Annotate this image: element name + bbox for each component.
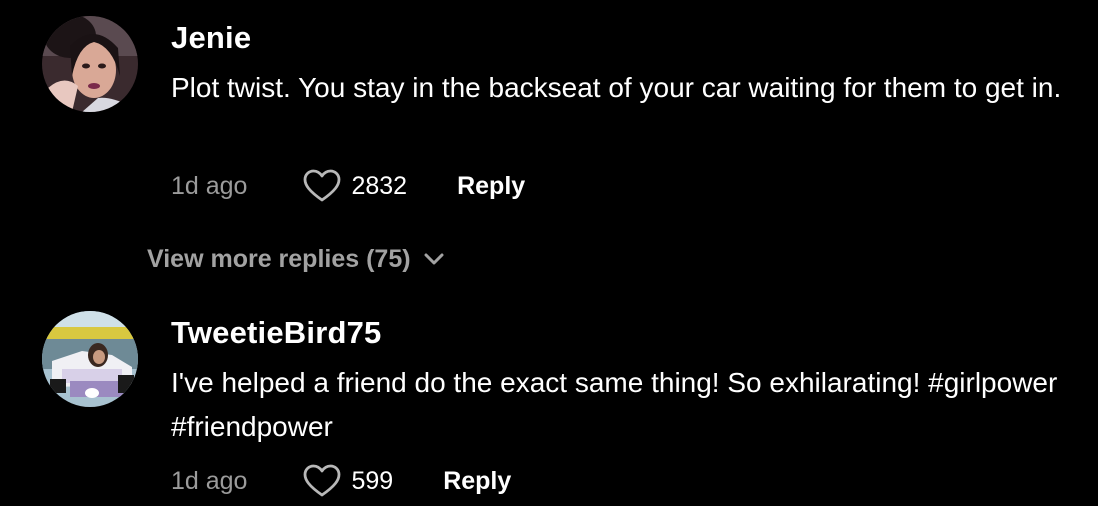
like-button[interactable]: 599 [303, 464, 393, 498]
comment-timestamp: 1d ago [171, 466, 248, 495]
view-more-replies-label: View more replies (75) [147, 244, 411, 273]
comment-text: I've helped a friend do the exact same t… [171, 367, 1058, 442]
avatar-photo [42, 16, 138, 112]
like-count: 599 [351, 466, 394, 495]
comment-timestamp: 1d ago [171, 171, 248, 200]
view-more-replies-button[interactable]: View more replies (75) [147, 241, 445, 277]
reply-button[interactable]: Reply [443, 467, 511, 496]
heart-outline-icon [304, 464, 341, 497]
comment-meta: 1d ago 2832 Reply [171, 166, 525, 206]
chevron-down-icon [424, 253, 444, 265]
comment-meta: 1d ago 599 Reply [171, 461, 511, 501]
avatar[interactable] [42, 311, 138, 407]
comment-username[interactable]: Jenie [171, 20, 251, 56]
avatar[interactable] [42, 16, 138, 112]
like-count: 2832 [351, 171, 408, 200]
like-button[interactable]: 2832 [303, 169, 407, 203]
comment-username[interactable]: TweetieBird75 [171, 315, 382, 351]
reply-button[interactable]: Reply [457, 172, 525, 201]
comment-text: Plot twist. You stay in the backseat of … [171, 72, 1062, 103]
heart-outline-icon [304, 169, 341, 202]
avatar-photo [42, 311, 138, 407]
